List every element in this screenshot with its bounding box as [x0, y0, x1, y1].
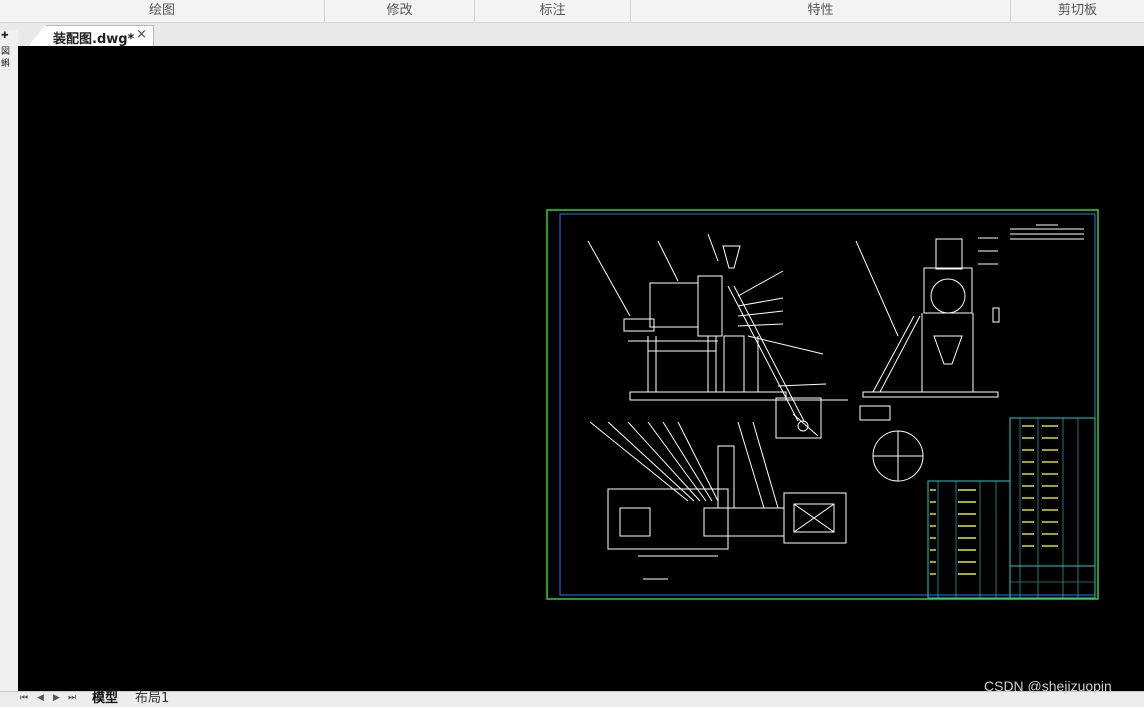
- ribbon-group-bar: 绘图 修改 标注 特性 剪切板: [0, 0, 1144, 23]
- watermark: CSDN @shejizuopin: [984, 678, 1112, 694]
- left-tool-strip: ✚ 図 蝌: [0, 30, 18, 692]
- plan-view: [589, 421, 847, 580]
- first-layout-icon[interactable]: ⏮: [20, 693, 28, 703]
- ribbon-group-properties[interactable]: 特性: [631, 0, 1011, 22]
- drawing-canvas[interactable]: [18, 46, 1144, 691]
- ribbon-group-clipboard[interactable]: 剪切板: [1011, 0, 1144, 22]
- document-tab-bar: 装配图.dwg* ×: [0, 23, 1144, 46]
- view-icon[interactable]: 図: [1, 48, 10, 57]
- inner-frame: [559, 213, 1096, 596]
- layout-tab-bar: ⏮ ◀ ▶ ⏭ 模型 布局1: [0, 691, 1144, 707]
- title-notes: [1010, 224, 1084, 240]
- ucs-icon[interactable]: ✚: [1, 32, 9, 41]
- front-elevation: [587, 233, 848, 439]
- ribbon-group-annotate[interactable]: 标注: [475, 0, 631, 22]
- prev-layout-icon[interactable]: ◀: [37, 693, 44, 703]
- document-tab[interactable]: 装配图.dwg* ×: [28, 25, 154, 46]
- side-elevation: [855, 237, 1000, 482]
- document-tab-title: 装配图.dwg*: [53, 32, 135, 47]
- parts-list-table: [927, 417, 1096, 599]
- ribbon-group-modify[interactable]: 修改: [325, 0, 475, 22]
- tab-layout1[interactable]: 布局1: [135, 692, 169, 706]
- cad-drawing: [546, 209, 1099, 600]
- sheet-border: [546, 209, 1099, 600]
- ribbon-group-draw[interactable]: 绘图: [0, 0, 325, 22]
- close-icon[interactable]: ×: [136, 27, 147, 42]
- style-icon[interactable]: 蝌: [1, 60, 10, 69]
- next-layout-icon[interactable]: ▶: [53, 693, 60, 703]
- last-layout-icon[interactable]: ⏭: [68, 693, 76, 703]
- tab-model[interactable]: 模型: [92, 692, 118, 706]
